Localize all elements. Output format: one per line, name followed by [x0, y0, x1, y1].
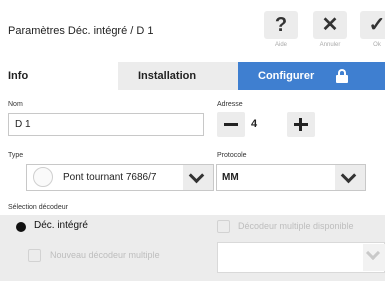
type-dropdown-button[interactable]	[183, 165, 213, 190]
protocole-dropdown-button[interactable]	[335, 165, 365, 190]
new-multi-decoder-label: Nouveau décodeur multiple	[50, 250, 160, 260]
close-icon: ✕	[313, 11, 347, 39]
multi-decoder-checkbox[interactable]	[217, 220, 230, 233]
protocole-label: Protocole	[217, 152, 247, 159]
increment-button[interactable]	[287, 112, 315, 137]
chevron-down-icon	[340, 167, 357, 184]
minus-icon	[224, 123, 238, 126]
integrated-decoder-radio[interactable]	[16, 222, 26, 232]
tab-info[interactable]: Info	[0, 62, 118, 90]
help-button[interactable]: ? Aide	[264, 11, 298, 51]
nom-label: Nom	[8, 101, 23, 108]
nom-value: D 1	[15, 119, 31, 130]
multi-decoder-select[interactable]	[217, 242, 385, 273]
checkmark-icon: ✓	[360, 11, 385, 39]
type-symbol-icon	[33, 167, 53, 187]
help-icon: ?	[264, 11, 298, 39]
new-multi-decoder-checkbox[interactable]	[28, 249, 41, 262]
ok-button-label: Ok	[373, 42, 381, 48]
tab-installation[interactable]: Installation	[118, 62, 236, 90]
cancel-button[interactable]: ✕ Annuler	[313, 11, 347, 51]
adresse-label: Adresse	[217, 101, 243, 108]
tab-configurer[interactable]: Configurer	[238, 62, 385, 90]
tab-configurer-label: Configurer	[258, 70, 315, 82]
tab-bar: Info Installation Configurer	[0, 62, 385, 90]
nom-field[interactable]	[8, 113, 204, 136]
lock-icon	[336, 69, 348, 83]
integrated-decoder-label: Déc. intégré	[34, 220, 88, 231]
dialog-title: Paramètres Déc. intégré / D 1	[8, 25, 154, 37]
selection-label: Sélection décodeur	[8, 204, 68, 211]
type-label: Type	[8, 152, 24, 159]
help-button-label: Aide	[274, 42, 287, 48]
chevron-down-icon	[188, 167, 205, 184]
dialog-header: Paramètres Déc. intégré / D 1 ? Aide ✕ A…	[0, 0, 385, 62]
protocole-value: MM	[222, 172, 239, 183]
ok-button[interactable]: ✓ Ok	[360, 11, 385, 51]
multi-decoder-dropdown-button[interactable]	[363, 244, 385, 271]
decrement-button[interactable]	[217, 112, 245, 137]
chevron-down-icon	[365, 245, 381, 261]
multi-decoder-label: Décodeur multiple disponible	[238, 221, 354, 231]
cancel-button-label: Annuler	[319, 42, 341, 48]
adresse-value[interactable]: 4	[251, 118, 257, 130]
type-value: Pont tournant 7686/7	[63, 172, 157, 183]
